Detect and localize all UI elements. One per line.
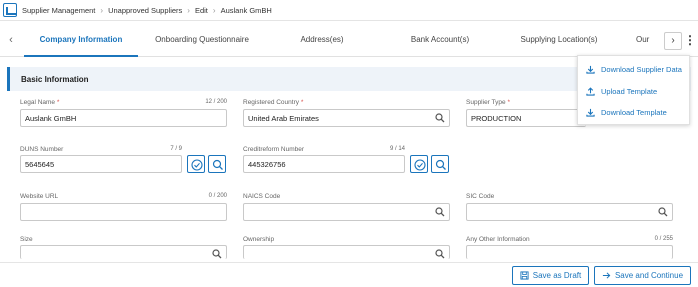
supplier-type-field[interactable]: PRODUCTION xyxy=(466,109,586,127)
tab-addresses[interactable]: Address(es) xyxy=(270,24,374,57)
upload-icon xyxy=(586,86,595,96)
download-icon xyxy=(586,108,595,117)
duns-number-value: 5645645 xyxy=(25,160,55,169)
validate-creditreform-button[interactable] xyxy=(410,155,428,173)
chevron-right-icon[interactable]: › xyxy=(664,32,682,50)
tab-company-information[interactable]: Company Information xyxy=(24,24,138,57)
footer-bar: Save as Draft Save and Continue xyxy=(0,262,698,287)
legal-name-label: Legal Name * xyxy=(20,99,60,106)
creditreform-number-value: 445326756 xyxy=(248,160,286,169)
save-as-draft-label: Save as Draft xyxy=(532,271,582,280)
any-other-information-input[interactable] xyxy=(466,245,673,259)
chevron-right-icon: › xyxy=(100,5,104,15)
save-icon xyxy=(520,271,529,280)
check-circle-icon xyxy=(191,159,203,171)
duns-number-input[interactable]: 5645645 xyxy=(20,155,182,173)
breadcrumb-unapproved-suppliers[interactable]: Unapproved Suppliers xyxy=(108,6,182,15)
website-url-input[interactable] xyxy=(20,203,227,221)
tab-onboarding-questionnaire[interactable]: Onboarding Questionnaire xyxy=(142,24,262,57)
save-and-continue-label: Save and Continue xyxy=(614,271,684,280)
search-duns-button[interactable] xyxy=(208,155,226,173)
any-other-information-label: Any Other Information xyxy=(466,236,530,243)
legal-name-input[interactable]: Auslank GmBH xyxy=(20,109,227,127)
menu-item-upload-template[interactable]: Upload Template xyxy=(586,85,657,97)
search-icon[interactable] xyxy=(212,249,222,259)
supplier-type-label: Supplier Type * xyxy=(466,99,510,106)
app-logo-icon[interactable] xyxy=(3,3,17,17)
search-creditreform-button[interactable] xyxy=(431,155,449,173)
search-icon[interactable] xyxy=(658,207,668,217)
top-bar: Supplier Management › Unapproved Supplie… xyxy=(0,0,698,21)
menu-item-label: Download Supplier Data xyxy=(601,64,682,74)
search-icon[interactable] xyxy=(435,207,445,217)
section-title: Basic Information xyxy=(21,75,89,84)
breadcrumb-current: Auslank GmBH xyxy=(220,5,272,15)
check-circle-icon xyxy=(414,159,426,171)
legal-name-counter: 12 / 200 xyxy=(205,99,227,105)
arrow-right-icon xyxy=(602,272,611,279)
naics-code-field[interactable] xyxy=(243,203,450,221)
registered-country-label: Registered Country * xyxy=(243,99,304,106)
duns-number-counter: 7 / 9 xyxy=(170,146,182,152)
chevron-right-icon: › xyxy=(212,5,216,15)
creditreform-number-counter: 9 / 14 xyxy=(389,146,405,152)
website-url-label: Website URL xyxy=(20,193,59,200)
size-field[interactable] xyxy=(20,245,227,259)
size-label: Size xyxy=(20,236,33,243)
download-icon xyxy=(586,65,595,74)
duns-number-label: DUNS Number xyxy=(20,146,64,153)
menu-item-download-supplier-data[interactable]: Download Supplier Data xyxy=(586,63,682,75)
naics-code-label: NAICS Code xyxy=(243,193,281,200)
breadcrumb-supplier-management[interactable]: Supplier Management xyxy=(22,6,95,15)
tab-bar: ‹ Company Information Onboarding Questio… xyxy=(0,24,698,57)
chevron-right-icon: › xyxy=(187,5,190,15)
search-icon xyxy=(435,159,446,170)
registered-country-field[interactable]: United Arab Emirates xyxy=(243,109,450,127)
creditreform-number-label: Creditreform Number xyxy=(243,146,305,153)
save-as-draft-button[interactable]: Save as Draft xyxy=(512,266,589,285)
menu-item-download-template[interactable]: Download Template xyxy=(586,106,667,118)
chevron-left-icon[interactable]: ‹ xyxy=(4,32,18,48)
ownership-field[interactable] xyxy=(243,245,450,259)
tab-bank-accounts[interactable]: Bank Account(s) xyxy=(382,24,498,57)
sic-code-field[interactable] xyxy=(466,203,673,221)
save-and-continue-button[interactable]: Save and Continue xyxy=(594,266,691,285)
creditreform-number-input[interactable]: 445326756 xyxy=(243,155,405,173)
tab-our[interactable]: Our xyxy=(636,24,662,57)
menu-item-label: Download Template xyxy=(601,107,667,117)
tab-supplying-locations[interactable]: Supplying Location(s) xyxy=(506,24,612,57)
registered-country-value: United Arab Emirates xyxy=(248,114,319,123)
sic-code-label: SIC Code xyxy=(466,193,495,200)
search-icon xyxy=(212,159,223,170)
breadcrumb-edit[interactable]: Edit xyxy=(195,6,208,15)
any-other-information-counter: 0 / 255 xyxy=(654,236,673,242)
search-icon[interactable] xyxy=(435,249,445,259)
legal-name-value: Auslank GmBH xyxy=(25,114,77,123)
supplier-type-value: PRODUCTION xyxy=(471,114,522,123)
search-icon[interactable] xyxy=(435,113,445,123)
more-vertical-icon[interactable]: ⋮ xyxy=(684,33,696,49)
ownership-label: Ownership xyxy=(243,236,275,243)
website-url-counter: 0 / 200 xyxy=(208,193,227,199)
more-actions-menu: Download Supplier Data Upload Template D… xyxy=(577,55,690,125)
validate-duns-button[interactable] xyxy=(187,155,205,173)
menu-item-label: Upload Template xyxy=(601,86,658,96)
